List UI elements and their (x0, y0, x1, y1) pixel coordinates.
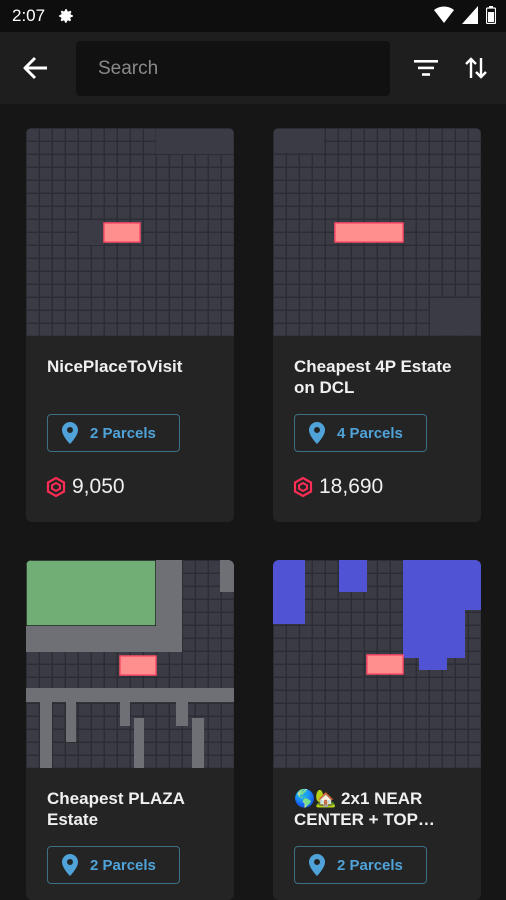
sort-button[interactable] (458, 50, 494, 86)
app-bar (0, 32, 506, 104)
estate-map-thumbnail (26, 128, 234, 336)
back-button[interactable] (0, 32, 72, 104)
wifi-icon (434, 6, 454, 24)
parcels-label: 4 Parcels (337, 424, 403, 442)
estate-card[interactable]: NicePlaceToVisit 2 Parcels 9,050 (26, 128, 234, 522)
filter-icon (414, 60, 438, 76)
estate-title: NicePlaceToVisit (47, 357, 183, 376)
parcels-chip[interactable]: 2 Parcels (47, 414, 180, 452)
estate-map-thumbnail (273, 560, 481, 768)
estate-map-thumbnail (273, 128, 481, 336)
price-value: 9,050 (72, 475, 125, 498)
location-pin-icon (62, 854, 78, 876)
parcels-label: 2 Parcels (337, 856, 403, 874)
estate-title: Cheapest PLAZA Estate (47, 789, 185, 829)
parcels-chip[interactable]: 2 Parcels (47, 846, 180, 884)
gear-icon (59, 9, 73, 23)
estate-card[interactable]: Cheapest 4P Estate on DCL 4 Parcels 18,6… (273, 128, 481, 522)
parcels-chip[interactable]: 2 Parcels (294, 846, 427, 884)
arrow-left-icon (23, 56, 47, 80)
mana-icon (293, 477, 313, 497)
price-value: 18,690 (319, 475, 384, 498)
estate-card[interactable]: 🌎🏡 2x1 NEAR CENTER + TOP… 2 Parcels (273, 560, 481, 900)
parcels-label: 2 Parcels (90, 856, 156, 874)
status-time: 2:07 (12, 6, 46, 25)
estate-price: 18,690 (293, 475, 383, 499)
sort-arrows-icon (465, 57, 487, 79)
location-pin-icon (62, 422, 78, 444)
parcels-label: 2 Parcels (90, 424, 156, 442)
estate-title: Cheapest 4P Estate on DCL (294, 357, 452, 397)
filter-button[interactable] (408, 52, 444, 84)
estate-card[interactable]: Cheapest PLAZA Estate 2 Parcels (26, 560, 234, 900)
mana-icon (46, 477, 66, 497)
search-input[interactable] (96, 56, 380, 81)
parcels-chip[interactable]: 4 Parcels (294, 414, 427, 452)
location-pin-icon (309, 854, 325, 876)
search-field[interactable] (76, 41, 390, 96)
location-pin-icon (309, 422, 325, 444)
estate-map-thumbnail (26, 560, 234, 768)
estate-price: 9,050 (46, 475, 125, 499)
battery-icon (486, 6, 496, 24)
signal-icon (462, 6, 478, 24)
status-bar: 2:07 (0, 0, 506, 32)
estate-title: 🌎🏡 2x1 NEAR CENTER + TOP… (294, 789, 435, 829)
